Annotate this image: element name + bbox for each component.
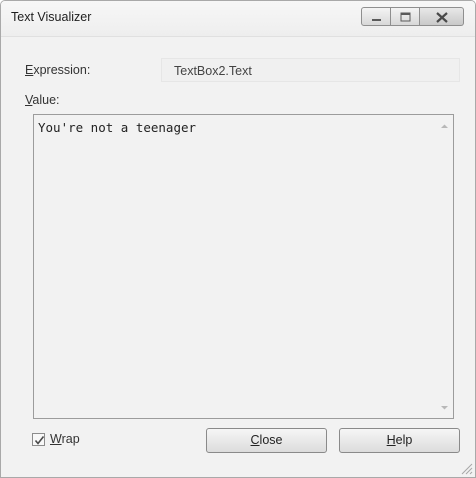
- close-window-button[interactable]: [420, 7, 464, 26]
- value-text: You're not a teenager: [38, 120, 197, 135]
- minimize-icon: [372, 19, 381, 21]
- scroll-up-arrow-icon[interactable]: [436, 118, 453, 135]
- checkmark-icon: [34, 436, 45, 445]
- close-icon: [436, 12, 448, 23]
- wrap-checkbox[interactable]: [32, 433, 45, 446]
- window-title: Text Visualizer: [11, 10, 92, 24]
- title-bar[interactable]: Text Visualizer: [1, 1, 475, 37]
- text-visualizer-window: Text Visualizer Expression: TextBox2.Tex…: [0, 0, 476, 478]
- wrap-label[interactable]: Wrap: [50, 432, 80, 446]
- resize-grip-icon[interactable]: [459, 461, 473, 475]
- dialog-body: Expression: TextBox2.Text Value: You're …: [11, 37, 465, 477]
- value-textarea[interactable]: You're not a teenager: [33, 114, 454, 419]
- help-button[interactable]: Help: [339, 428, 460, 453]
- minimize-button[interactable]: [361, 7, 391, 26]
- expression-field[interactable]: TextBox2.Text: [161, 58, 460, 82]
- maximize-icon: [400, 12, 411, 22]
- scroll-down-arrow-icon[interactable]: [436, 399, 453, 416]
- vertical-scrollbar[interactable]: [436, 115, 453, 418]
- expression-label: Expression:: [25, 63, 91, 77]
- maximize-button[interactable]: [391, 7, 420, 26]
- close-button[interactable]: Close: [206, 428, 327, 453]
- value-label: Value:: [25, 93, 60, 107]
